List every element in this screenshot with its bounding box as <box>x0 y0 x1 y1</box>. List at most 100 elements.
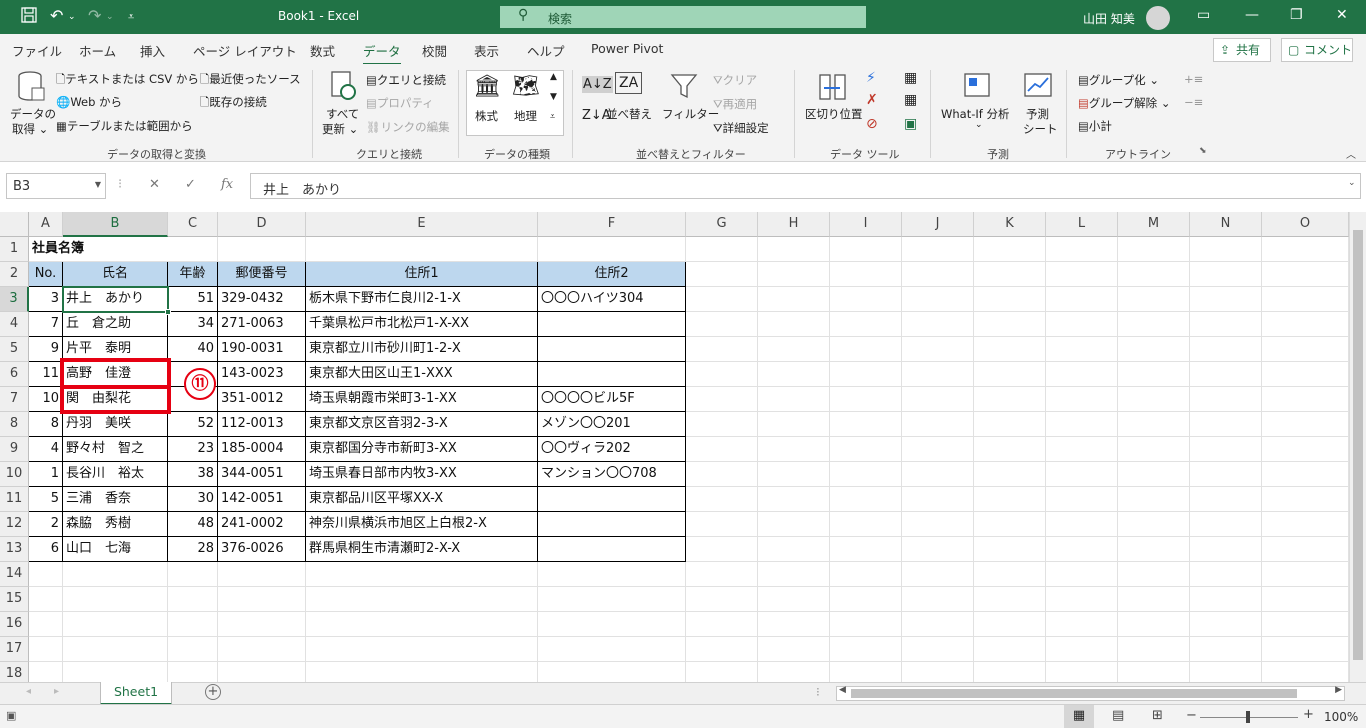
cell-c9[interactable]: 23 <box>168 437 218 462</box>
cell-j1[interactable] <box>902 237 974 262</box>
row-header-3[interactable]: 3 <box>0 287 29 312</box>
column-header-j[interactable]: J <box>902 212 974 237</box>
cell-l18[interactable] <box>1046 662 1118 682</box>
cell-k17[interactable] <box>974 637 1046 662</box>
header-cell-4[interactable]: 住所1 <box>306 262 538 287</box>
fill-handle[interactable] <box>165 309 171 315</box>
cell-b12[interactable]: 森脇 秀樹 <box>63 512 168 537</box>
cell-e5[interactable]: 東京都立川市砂川町1-2-X <box>306 337 538 362</box>
cell-e10[interactable]: 埼玉県春日部市内牧3-XX <box>306 462 538 487</box>
cell-i5[interactable] <box>830 337 902 362</box>
row-header-1[interactable]: 1 <box>0 237 29 262</box>
cell-k6[interactable] <box>974 362 1046 387</box>
cell-h6[interactable] <box>758 362 830 387</box>
cell-c10[interactable]: 38 <box>168 462 218 487</box>
restore-icon[interactable]: ❐ <box>1290 7 1303 23</box>
cell-d18[interactable] <box>218 662 306 682</box>
search-box[interactable]: ⚲ 検索 <box>500 6 866 28</box>
cell-e17[interactable] <box>306 637 538 662</box>
cell-f8[interactable]: メゾン〇〇201 <box>538 412 686 437</box>
cell-f3[interactable]: 〇〇〇ハイツ304 <box>538 287 686 312</box>
cell-n2[interactable] <box>1190 262 1262 287</box>
cell-b9[interactable]: 野々村 智之 <box>63 437 168 462</box>
cell-l1[interactable] <box>1046 237 1118 262</box>
cell-o2[interactable] <box>1262 262 1349 287</box>
cell-c17[interactable] <box>168 637 218 662</box>
cell-a18[interactable] <box>29 662 63 682</box>
cell-i11[interactable] <box>830 487 902 512</box>
cell-h1[interactable] <box>758 237 830 262</box>
collapse-ribbon-icon[interactable]: ︿ <box>1346 146 1356 161</box>
row-header-11[interactable]: 11 <box>0 487 29 512</box>
cell-i6[interactable] <box>830 362 902 387</box>
row-header-4[interactable]: 4 <box>0 312 29 337</box>
cell-m16[interactable] <box>1118 612 1190 637</box>
cell-h11[interactable] <box>758 487 830 512</box>
user-name[interactable]: 山田 知美 <box>1083 10 1135 27</box>
cell-k3[interactable] <box>974 287 1046 312</box>
cell-n10[interactable] <box>1190 462 1262 487</box>
cell-i1[interactable] <box>830 237 902 262</box>
cell-a9[interactable]: 4 <box>29 437 63 462</box>
column-header-k[interactable]: K <box>974 212 1046 237</box>
recent-sources-button[interactable]: 🗋最近使ったソース <box>200 71 301 91</box>
existing-connections-button[interactable]: 🗋既存の接続 <box>200 94 267 114</box>
cell-h16[interactable] <box>758 612 830 637</box>
cell-i18[interactable] <box>830 662 902 682</box>
cell-i8[interactable] <box>830 412 902 437</box>
column-header-e[interactable]: E <box>306 212 538 237</box>
cell-f4[interactable] <box>538 312 686 337</box>
cell-j17[interactable] <box>902 637 974 662</box>
column-header-m[interactable]: M <box>1118 212 1190 237</box>
cell-g5[interactable] <box>686 337 758 362</box>
cell-d13[interactable]: 376-0026 <box>218 537 306 562</box>
customize-qat-icon[interactable]: ⩡ <box>128 10 134 24</box>
cell-e6[interactable]: 東京都大田区山王1-XXX <box>306 362 538 387</box>
cell-n14[interactable] <box>1190 562 1262 587</box>
cell-l15[interactable] <box>1046 587 1118 612</box>
cell-f5[interactable] <box>538 337 686 362</box>
column-header-g[interactable]: G <box>686 212 758 237</box>
comment-button[interactable]: ▢ コメント <box>1281 38 1353 62</box>
cell-e12[interactable]: 神奈川県横浜市旭区上白根2-X <box>306 512 538 537</box>
vertical-scrollbar[interactable] <box>1349 212 1366 682</box>
sort-az-icon[interactable]: A↓Z <box>582 76 613 93</box>
cell-l13[interactable] <box>1046 537 1118 562</box>
cell-o6[interactable] <box>1262 362 1349 387</box>
cell-a4[interactable]: 7 <box>29 312 63 337</box>
cell-j15[interactable] <box>902 587 974 612</box>
cell-k1[interactable] <box>974 237 1046 262</box>
cell-h14[interactable] <box>758 562 830 587</box>
cell-e15[interactable] <box>306 587 538 612</box>
tab-power-pivot[interactable]: Power Pivot <box>591 41 663 56</box>
cell-g16[interactable] <box>686 612 758 637</box>
cell-m14[interactable] <box>1118 562 1190 587</box>
cell-m2[interactable] <box>1118 262 1190 287</box>
tab-insert[interactable]: 挿入 <box>140 41 165 60</box>
cell-o4[interactable] <box>1262 312 1349 337</box>
sheet-title-cell[interactable]: 社員名簿 <box>29 237 218 262</box>
from-text-csv-button[interactable]: 🗋テキストまたは CSV から <box>56 71 199 91</box>
cell-g7[interactable] <box>686 387 758 412</box>
cell-k7[interactable] <box>974 387 1046 412</box>
cell-e16[interactable] <box>306 612 538 637</box>
cell-g12[interactable] <box>686 512 758 537</box>
cell-k9[interactable] <box>974 437 1046 462</box>
sheet-tab-sheet1[interactable]: Sheet1 <box>100 682 172 705</box>
cell-i15[interactable] <box>830 587 902 612</box>
tab-page-layout[interactable]: ページ レイアウト <box>193 41 297 60</box>
cell-o3[interactable] <box>1262 287 1349 312</box>
zoom-out-icon[interactable]: − <box>1186 708 1197 723</box>
cell-d10[interactable]: 344-0051 <box>218 462 306 487</box>
save-icon[interactable] <box>20 6 38 28</box>
cell-o9[interactable] <box>1262 437 1349 462</box>
queries-connections-button[interactable]: ▤クエリと接続 <box>366 72 446 88</box>
cell-f13[interactable] <box>538 537 686 562</box>
cell-b14[interactable] <box>63 562 168 587</box>
insert-function-icon[interactable]: fx <box>221 177 233 192</box>
cell-n8[interactable] <box>1190 412 1262 437</box>
ungroup-button[interactable]: ▤グループ解除 ⌄ <box>1078 95 1170 111</box>
cell-f6[interactable] <box>538 362 686 387</box>
cell-d15[interactable] <box>218 587 306 612</box>
row-header-7[interactable]: 7 <box>0 387 29 412</box>
